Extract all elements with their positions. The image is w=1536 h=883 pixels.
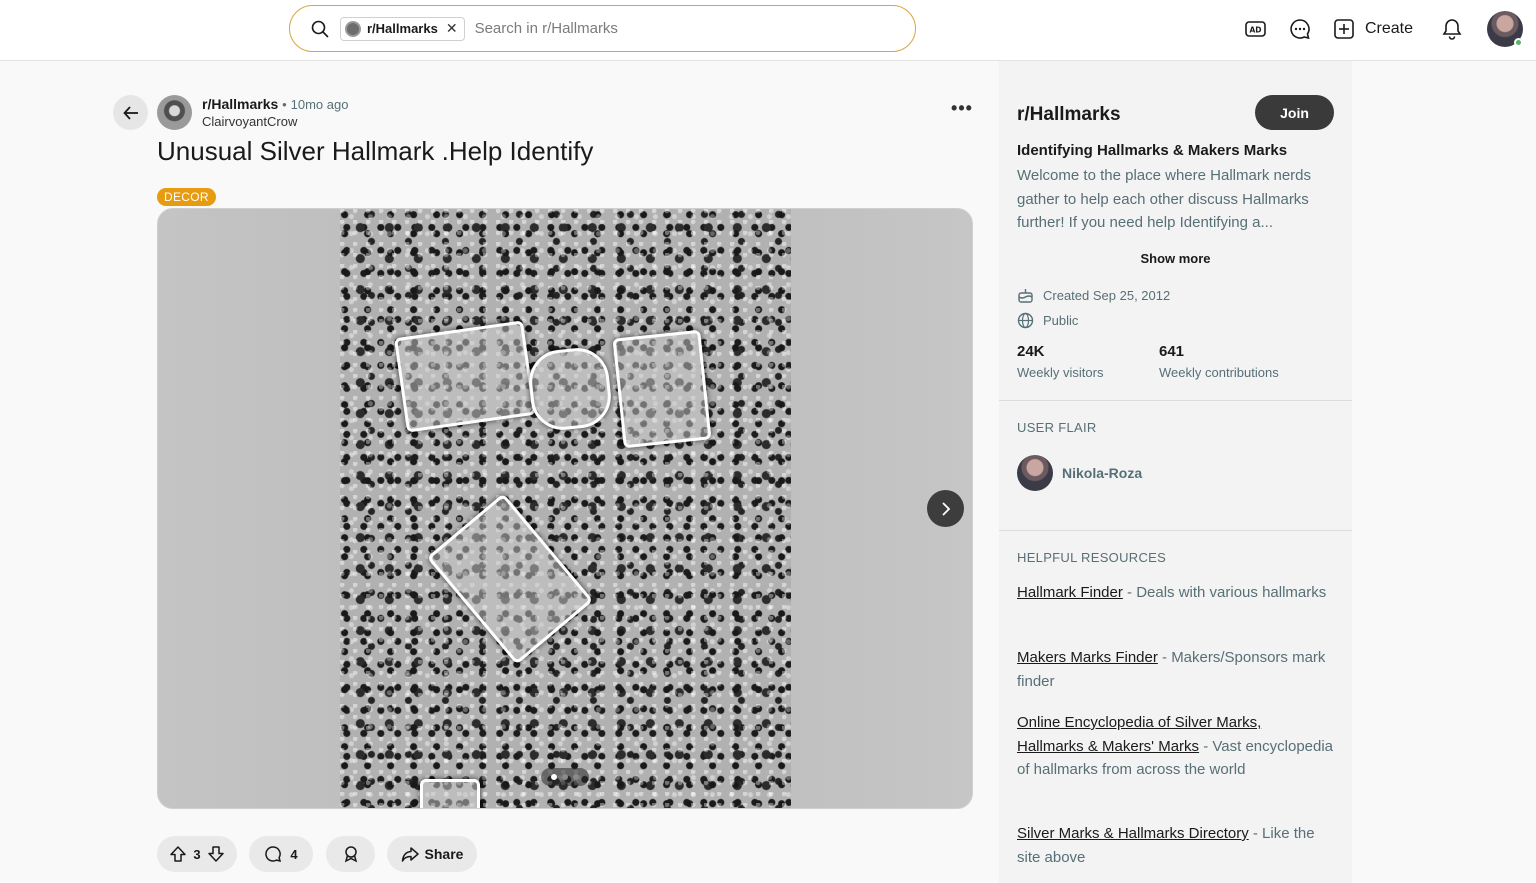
sidebar-subreddit-name: r/Hallmarks (1017, 104, 1121, 125)
more-options-button[interactable]: ••• (950, 99, 974, 124)
resource-link[interactable]: Silver Marks & Hallmarks Directory (1017, 825, 1249, 842)
post-author[interactable]: ClairvoyantCrow (202, 114, 297, 129)
post-meta: r/Hallmarks • 10mo ago (202, 96, 348, 112)
top-bar: r/Hallmarks ✕ AD Create (0, 0, 1536, 61)
subreddit-avatar[interactable] (157, 95, 192, 130)
search-icon (311, 20, 329, 38)
gallery-next-button[interactable] (927, 490, 964, 527)
award-icon (344, 846, 357, 863)
resource-link[interactable]: Hallmarks & Makers' Marks (1017, 738, 1199, 755)
cake-icon (1018, 289, 1033, 303)
subreddit-sidebar: r/Hallmarks Join Identifying Hallmarks &… (999, 61, 1352, 883)
visibility-row: Public (1017, 312, 1078, 329)
chat-icon[interactable] (1287, 16, 1313, 42)
join-button[interactable]: Join (1255, 95, 1334, 130)
visibility-label: Public (1043, 313, 1079, 328)
globe-icon (1017, 312, 1034, 329)
subreddit-chip-label: r/Hallmarks (367, 21, 438, 36)
resource-item: Silver Marks & Hallmarks Directory - Lik… (1017, 822, 1342, 869)
weekly-contributions-value: 641 (1159, 343, 1185, 360)
comment-icon (265, 846, 282, 863)
gallery-dot[interactable] (562, 774, 568, 780)
close-icon[interactable]: ✕ (446, 20, 458, 37)
hallmark-stamp (394, 320, 536, 433)
post-flair[interactable]: DECOR (157, 188, 216, 206)
subreddit-search-chip[interactable]: r/Hallmarks ✕ (340, 16, 465, 41)
sidebar-divider (999, 400, 1352, 401)
vote-bar: 3 (157, 836, 237, 872)
sidebar-heading: Identifying Hallmarks & Makers Marks (1017, 142, 1288, 159)
search-bar[interactable]: r/Hallmarks ✕ (289, 5, 916, 52)
created-date: Created Sep 25, 2012 (1043, 288, 1171, 303)
comment-count: 4 (290, 846, 298, 862)
arrow-left-icon (122, 105, 138, 120)
subreddit-chip-avatar (345, 20, 361, 37)
upvote-icon[interactable] (169, 845, 187, 863)
created-row: Created Sep 25, 2012 (1017, 287, 1170, 304)
meta-separator: • (282, 97, 287, 112)
gallery-dot[interactable] (573, 774, 579, 780)
create-label: Create (1365, 20, 1414, 37)
weekly-visitors-value: 24K (1017, 343, 1045, 360)
weekly-contributions-label: Weekly contributions (1159, 365, 1279, 380)
resource-link[interactable]: Online Encyclopedia of Silver Marks, (1017, 714, 1261, 731)
resource-item: Makers Marks Finder - Makers/Sponsors ma… (1017, 646, 1342, 693)
chevron-right-icon (941, 501, 950, 516)
comments-button[interactable]: 4 (249, 836, 313, 872)
share-label: Share (424, 846, 464, 862)
award-button[interactable] (326, 836, 375, 872)
share-icon (401, 847, 419, 862)
resource-item: Hallmark Finder - Deals with various hal… (1017, 581, 1342, 605)
post-title: Unusual Silver Hallmark .Help Identify (157, 136, 594, 166)
bell-icon[interactable] (1439, 16, 1465, 42)
user-flair-name[interactable]: Nikola-Roza (1062, 465, 1142, 481)
weekly-visitors-label: Weekly visitors (1017, 365, 1104, 380)
gallery-dot[interactable] (551, 774, 557, 780)
hallmark-stamp (612, 329, 712, 449)
plus-icon (1334, 19, 1354, 39)
subreddit-link[interactable]: r/Hallmarks (202, 96, 278, 112)
create-button[interactable]: Create (1333, 14, 1413, 44)
user-flair-title: USER FLAIR (1017, 420, 1097, 435)
show-more-button[interactable]: Show more (999, 251, 1352, 266)
gallery-pagination (541, 768, 589, 786)
search-input[interactable] (474, 20, 855, 37)
hallmark-stamp (420, 779, 480, 808)
resource-item: Online Encyclopedia of Silver Marks, Hall… (1017, 711, 1342, 782)
back-button[interactable] (113, 95, 148, 130)
helpful-resources-title: HELPFUL RESOURCES (1017, 550, 1167, 565)
svg-text:AD: AD (1249, 26, 1261, 35)
resource-link[interactable]: Hallmark Finder (1017, 584, 1123, 601)
advertise-icon[interactable]: AD (1243, 16, 1269, 42)
sidebar-divider (999, 530, 1352, 531)
hallmark-stamp (526, 345, 614, 433)
resource-desc: - Deals with various hallmarks (1122, 584, 1327, 601)
online-status-indicator (1514, 38, 1523, 47)
vote-count: 3 (193, 846, 201, 862)
user-flair-avatar (1017, 455, 1053, 491)
sidebar-description: Welcome to the place where Hallmark nerd… (1017, 167, 1312, 231)
resource-link[interactable]: Makers Marks Finder (1017, 649, 1158, 666)
share-button[interactable]: Share (387, 836, 477, 872)
hallmark-photo (340, 209, 791, 808)
downvote-icon[interactable] (207, 845, 225, 863)
hallmark-stamp (426, 493, 594, 665)
post-time: 10mo ago (290, 97, 349, 112)
image-gallery[interactable] (157, 208, 973, 809)
